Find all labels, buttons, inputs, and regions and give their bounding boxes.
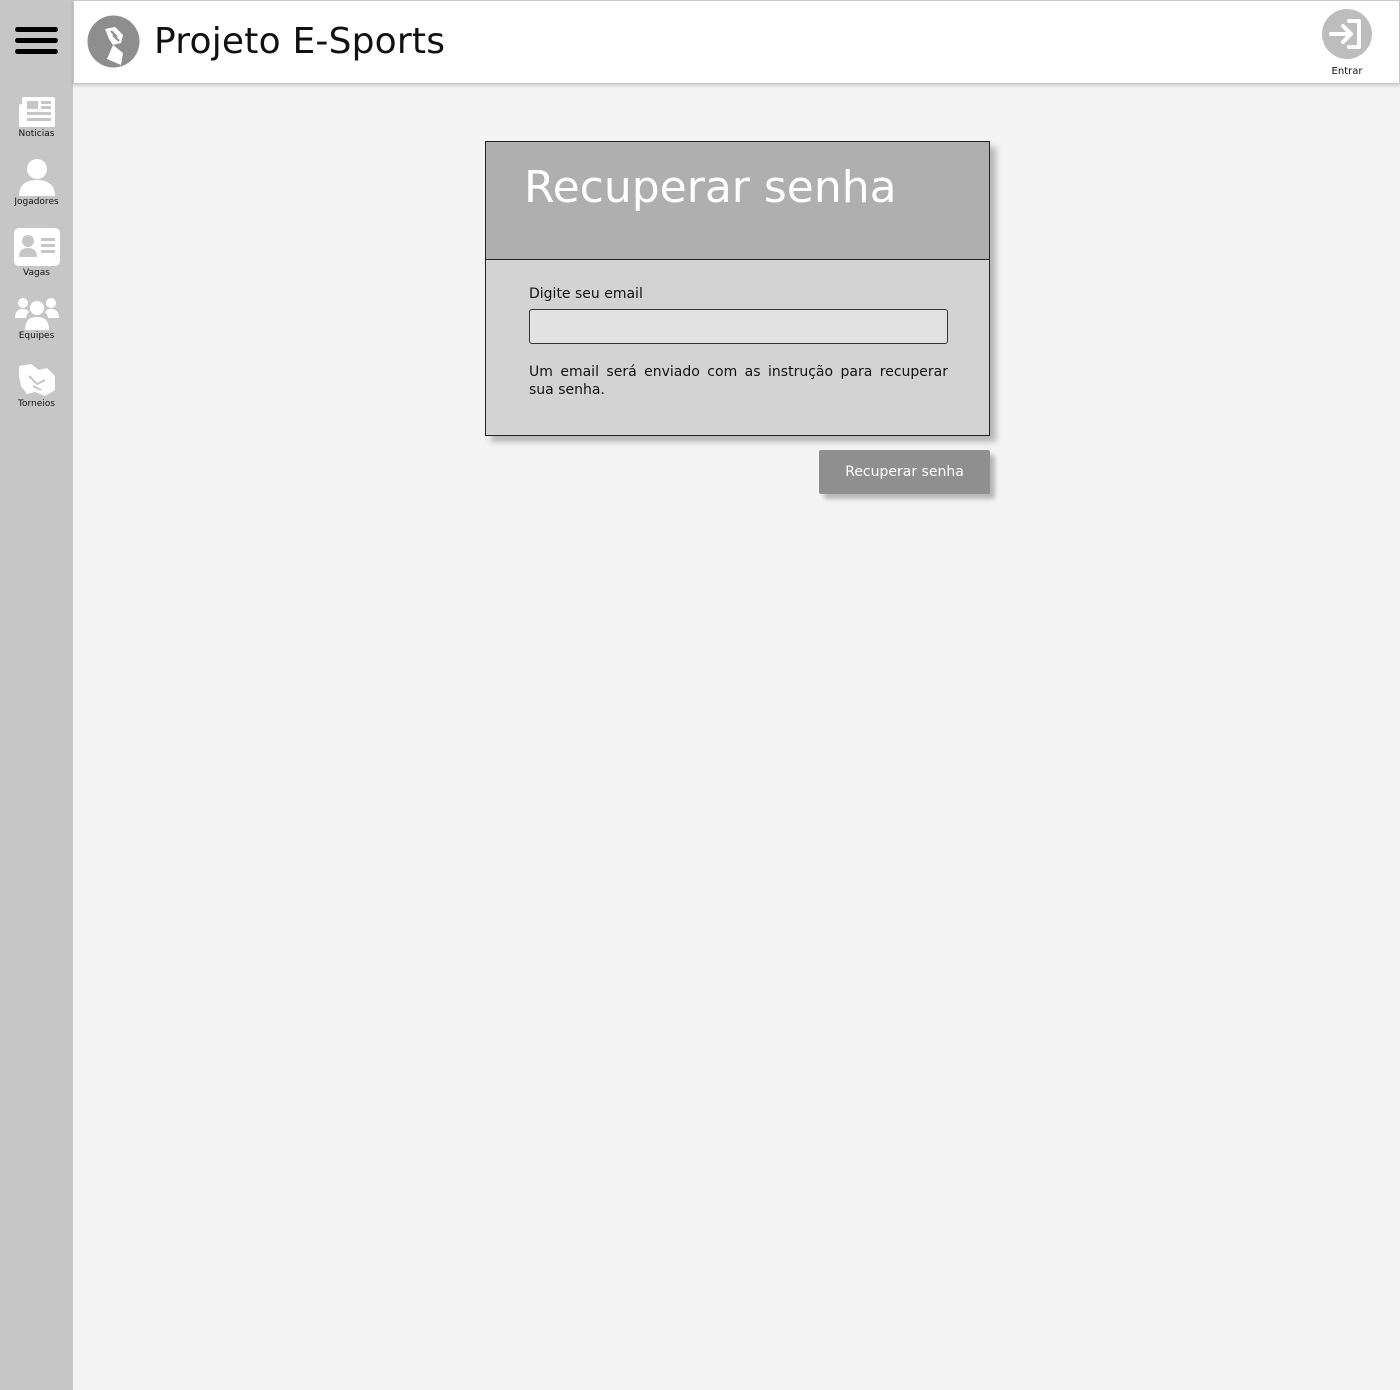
app-title: Projeto E-Sports bbox=[154, 21, 446, 62]
user-icon bbox=[18, 159, 55, 196]
sidebar-item-noticias[interactable]: Noticias bbox=[0, 96, 73, 139]
users-group-icon bbox=[14, 298, 59, 330]
newspaper-icon bbox=[18, 97, 55, 127]
hamburger-icon[interactable] bbox=[15, 27, 58, 55]
card-header: Recuperar senha bbox=[486, 142, 989, 260]
login-button[interactable]: Entrar bbox=[1320, 8, 1374, 77]
login-label: Entrar bbox=[1331, 66, 1363, 77]
sidebar-item-torneios[interactable]: Torneios bbox=[0, 362, 73, 409]
sidebar-item-label: Torneios bbox=[18, 399, 55, 409]
sidebar: Noticias Jogadores Vagas Equipes Torneio… bbox=[0, 0, 73, 1390]
id-card-icon bbox=[13, 228, 60, 266]
sidebar-item-label: Vagas bbox=[23, 268, 50, 278]
email-label: Digite seu email bbox=[529, 286, 643, 302]
card-title: Recuperar senha bbox=[524, 162, 897, 213]
recover-password-button[interactable]: Recuperar senha bbox=[819, 450, 990, 494]
sidebar-item-label: Equipes bbox=[18, 331, 55, 341]
sidebar-item-label: Noticias bbox=[18, 129, 55, 139]
handshake-icon bbox=[18, 364, 55, 396]
sidebar-item-equipes[interactable]: Equipes bbox=[0, 296, 73, 341]
recover-password-card: Recuperar senha Digite seu email Um emai… bbox=[485, 141, 990, 436]
sidebar-item-jogadores[interactable]: Jogadores bbox=[0, 158, 73, 207]
top-header: Projeto E-Sports Entrar bbox=[73, 0, 1400, 84]
sidebar-item-label: Jogadores bbox=[14, 197, 59, 207]
email-field[interactable] bbox=[529, 309, 948, 344]
sign-in-icon bbox=[1322, 9, 1372, 59]
arm-wrestling-logo-icon bbox=[87, 15, 140, 68]
info-text: Um email será enviado com as instrução p… bbox=[529, 364, 948, 398]
sidebar-item-vagas[interactable]: Vagas bbox=[0, 227, 73, 278]
